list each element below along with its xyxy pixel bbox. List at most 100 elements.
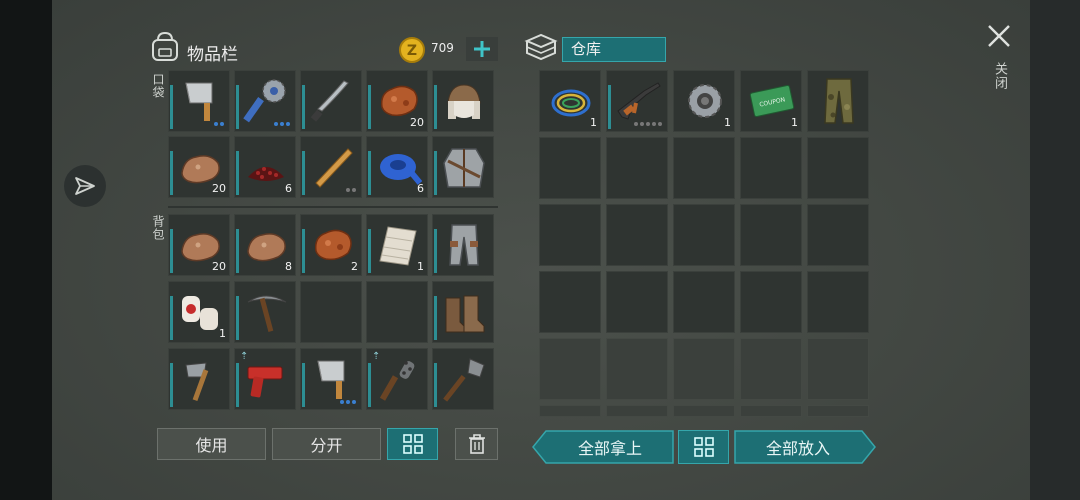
cable-icon — [551, 89, 591, 117]
item-quantity: 20 — [212, 260, 226, 273]
storage-slot[interactable]: 1 — [673, 70, 735, 132]
storage-slot[interactable] — [807, 338, 869, 400]
item-quantity: 6 — [417, 182, 424, 195]
durability-bar — [368, 363, 371, 407]
durability-bar — [302, 151, 305, 195]
take-all-label: 全部拿上 — [577, 439, 642, 458]
add-coins-button[interactable] — [466, 37, 498, 61]
storage-slot[interactable] — [673, 204, 735, 266]
backpack-slot[interactable]: 20 — [168, 214, 230, 276]
storage-slot[interactable] — [606, 204, 668, 266]
item-quantity: 1 — [590, 116, 597, 129]
storage-slot[interactable]: COUPON 1 — [740, 70, 802, 132]
storage-slot[interactable] — [740, 338, 802, 400]
item-quantity: 1 — [791, 116, 798, 129]
baseball-bat-icon — [315, 148, 353, 188]
storage-slot[interactable] — [673, 405, 735, 417]
storage-slot[interactable] — [740, 271, 802, 333]
storage-slot[interactable] — [807, 405, 869, 417]
durability-bar — [608, 85, 611, 129]
close-button[interactable] — [987, 24, 1011, 52]
storage-slot[interactable] — [807, 204, 869, 266]
storage-slot[interactable] — [539, 271, 601, 333]
discard-button[interactable] — [455, 428, 498, 460]
sort-inventory-button[interactable] — [387, 428, 438, 460]
coin-count: 709 — [431, 41, 454, 55]
durability-bar — [170, 85, 173, 129]
pocket-slot[interactable]: 6 — [234, 136, 296, 198]
storage-slot[interactable] — [807, 271, 869, 333]
storage-slot[interactable] — [606, 271, 668, 333]
storage-slot[interactable] — [807, 70, 869, 132]
durability-bar — [368, 151, 371, 195]
pocket-slot[interactable] — [300, 70, 362, 132]
camo-pants-icon — [824, 78, 854, 124]
grid-icon — [402, 434, 423, 454]
storage-slot[interactable] — [539, 204, 601, 266]
quality-dots — [634, 122, 662, 126]
storage-slot[interactable] — [539, 338, 601, 400]
item-quantity: 20 — [410, 116, 424, 129]
pocket-slot[interactable]: 20 — [168, 136, 230, 198]
storage-slot[interactable]: 1 — [539, 70, 601, 132]
use-button[interactable]: 使用 — [157, 428, 266, 460]
backpack-slot[interactable] — [366, 281, 428, 343]
shovel-icon — [443, 358, 485, 402]
storage-slot[interactable] — [606, 137, 668, 199]
cleaver-icon — [185, 82, 213, 121]
backpack-slot[interactable] — [234, 281, 296, 343]
backpack-icon — [150, 30, 180, 66]
storage-slot[interactable] — [740, 204, 802, 266]
pocket-slot[interactable] — [168, 70, 230, 132]
backpack-slot[interactable] — [432, 214, 494, 276]
take-all-button[interactable]: 全部拿上 — [532, 430, 674, 464]
pocket-slot[interactable]: 6 — [366, 136, 428, 198]
storage-slot[interactable] — [539, 405, 601, 417]
durability-bar — [236, 296, 239, 340]
pocket-slot[interactable] — [432, 136, 494, 198]
backpack-slot[interactable]: ⇡ — [366, 348, 428, 410]
put-all-button[interactable]: 全部放入 — [734, 430, 876, 464]
backpack-slot[interactable] — [300, 348, 362, 410]
backpack-slot[interactable]: 1 — [168, 281, 230, 343]
right-edge — [1030, 0, 1080, 500]
storage-title[interactable]: 仓库 — [562, 37, 666, 62]
gear-part-icon — [688, 84, 722, 118]
durability-bar — [302, 85, 305, 129]
storage-slot[interactable] — [673, 137, 735, 199]
storage-slot[interactable] — [606, 338, 668, 400]
storage-slot[interactable] — [740, 137, 802, 199]
cleaver-icon — [317, 360, 345, 399]
storage-slot[interactable] — [606, 405, 668, 417]
share-button[interactable] — [64, 165, 106, 207]
pocket-slot[interactable] — [234, 70, 296, 132]
berries-icon — [248, 167, 284, 181]
backpack-slot[interactable] — [432, 348, 494, 410]
pocket-slot[interactable] — [432, 70, 494, 132]
sort-storage-button[interactable] — [678, 430, 729, 464]
durability-bar — [368, 229, 371, 273]
durability-bar — [236, 229, 239, 273]
durability-bar — [236, 363, 239, 407]
item-quantity: 2 — [351, 260, 358, 273]
backpack-slot[interactable] — [432, 281, 494, 343]
storage-grid: 1 1 COUPON 1 — [539, 70, 869, 417]
pocket-slot[interactable] — [300, 136, 362, 198]
pocket-slot[interactable]: 20 — [366, 70, 428, 132]
backpack-slot[interactable] — [168, 348, 230, 410]
backpack-slot[interactable] — [300, 281, 362, 343]
backpack-slot[interactable]: ⇡ — [234, 348, 296, 410]
item-quantity: 1 — [417, 260, 424, 273]
split-button[interactable]: 分开 — [272, 428, 381, 460]
backpack-slot[interactable]: 1 — [366, 214, 428, 276]
storage-slot[interactable] — [673, 271, 735, 333]
storage-slot[interactable] — [807, 137, 869, 199]
close-label[interactable]: 关闭 — [990, 62, 1009, 90]
storage-slot[interactable] — [539, 137, 601, 199]
backpack-slot[interactable]: 8 — [234, 214, 296, 276]
backpack-slot[interactable]: 2 — [300, 214, 362, 276]
storage-slot[interactable] — [606, 70, 668, 132]
storage-slot[interactable] — [673, 338, 735, 400]
quality-dots — [214, 122, 224, 126]
storage-slot[interactable] — [740, 405, 802, 417]
